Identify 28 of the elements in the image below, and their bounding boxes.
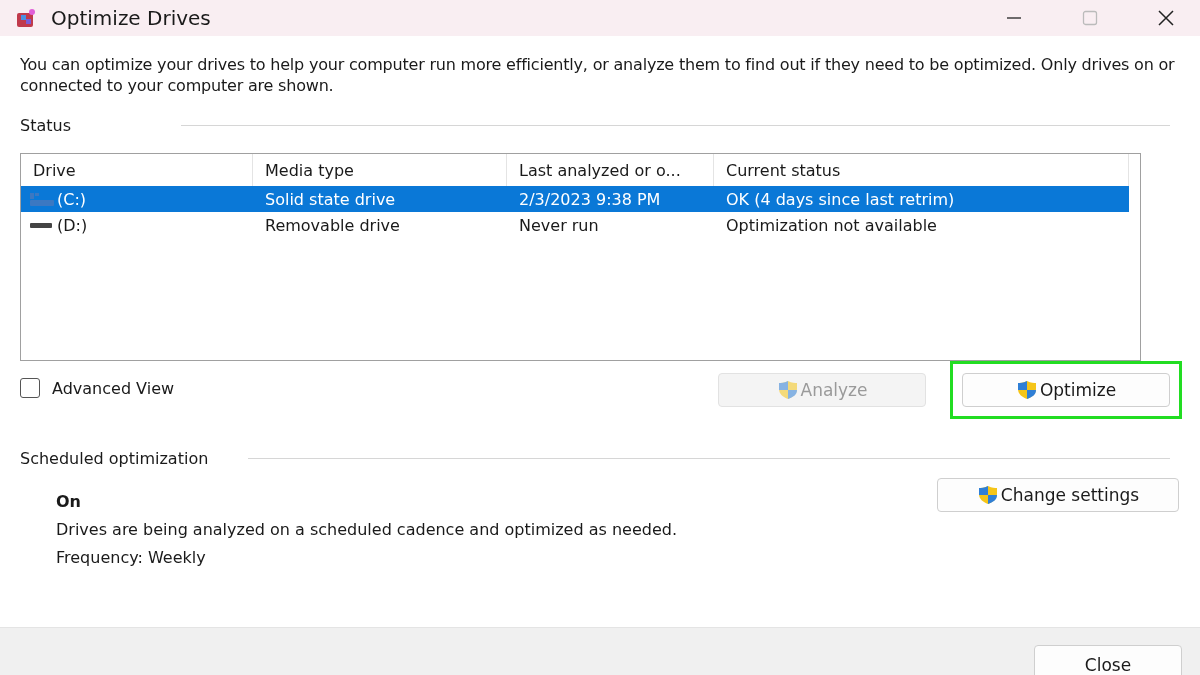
section-heading: Scheduled optimization: [20, 449, 209, 468]
table-cell-text: Never run: [518, 215, 600, 235]
change-settings-button[interactable]: Change settings: [937, 478, 1179, 512]
drive-icon: [29, 191, 55, 207]
schedule-frequency: Frequency: Weekly: [56, 548, 207, 567]
table-cell-text: Optimization not available: [725, 215, 938, 235]
drive-row[interactable]: (D:) Removable drive Never run Optimization not available: [21, 212, 1129, 238]
table-cell-text: Removable drive: [264, 215, 401, 235]
intro-text: You can optimize your drives to help your computer run more efficiently, or analyze them to find out if they need to be optimized. Only drives on or connected to your computer are shown.: [20, 54, 1176, 96]
close-button[interactable]: Close: [1034, 645, 1182, 675]
window-title: Optimize Drives: [51, 6, 211, 30]
shield-icon: [976, 485, 999, 505]
table-cell-text: OK (4 days since last retrim): [725, 189, 956, 209]
table-cell-text: Solid state drive: [264, 189, 397, 209]
action-button[interactable]: Optimize: [962, 373, 1170, 407]
checkbox[interactable]: [20, 378, 40, 398]
schedule-description: Drives are being analyzed on a scheduled cadence and optimized as needed.: [56, 520, 677, 539]
table-cell: (D:): [57, 215, 88, 235]
schedule-state: On: [56, 492, 82, 511]
drive-row[interactable]: (C:) Solid state drive 2/3/2023 9:38 PM OK (4 days since last retrim): [21, 186, 1129, 212]
shield-icon: [1015, 380, 1038, 400]
table-cell-text: 2/3/2023 9:38 PM: [518, 189, 662, 209]
table-cell: (C:): [57, 189, 87, 209]
section-heading: Status: [20, 116, 71, 135]
checkbox-label: Advanced View: [52, 378, 175, 398]
app-icon: [15, 7, 37, 29]
close-icon[interactable]: [1158, 10, 1174, 26]
shield-icon: [776, 380, 799, 400]
